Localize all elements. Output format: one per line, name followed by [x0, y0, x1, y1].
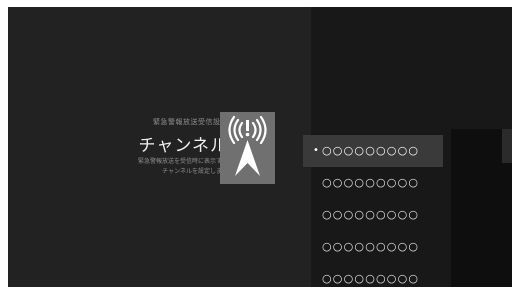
broadcast-tower-icon: [220, 112, 275, 184]
setting-category-label: 緊急警報放送受信設定: [153, 118, 228, 126]
side-panel-top: [451, 7, 512, 129]
setting-title: チャンネル: [138, 136, 228, 156]
description-line-2: チャンネルを設定します: [162, 168, 228, 175]
selected-marker: •: [313, 145, 321, 156]
channel-option-3[interactable]: ○○○○○○○○○: [303, 199, 443, 231]
channel-option-label: ○○○○○○○○○: [322, 208, 420, 221]
channel-option-label: ○○○○○○○○○: [322, 240, 420, 253]
setting-description: 緊急警報放送を受信時に表示する チャンネルを設定します: [138, 157, 228, 177]
channel-option-label: ○○○○○○○○○: [322, 272, 420, 285]
channel-option-2[interactable]: ○○○○○○○○○: [303, 167, 443, 199]
description-line-1: 緊急警報放送を受信時に表示する: [137, 158, 228, 165]
channel-option-4[interactable]: ○○○○○○○○○: [303, 231, 443, 263]
channel-option-label: ○○○○○○○○○: [322, 144, 420, 157]
channel-option-1[interactable]: • ○○○○○○○○○: [303, 135, 443, 167]
channel-option-5[interactable]: ○○○○○○○○○: [303, 263, 443, 295]
channel-option-label: ○○○○○○○○○: [322, 176, 420, 189]
scroll-edge: [502, 129, 512, 163]
